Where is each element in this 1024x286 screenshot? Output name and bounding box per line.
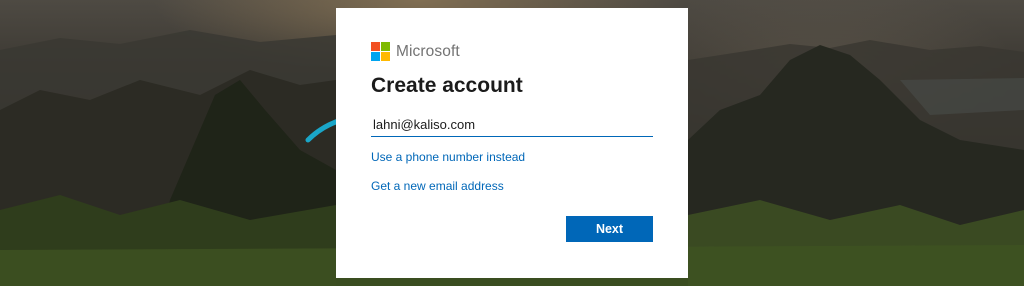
brand-header: Microsoft [371, 42, 460, 61]
microsoft-logo-icon [371, 42, 390, 61]
logo-yellow-square [381, 52, 390, 61]
use-phone-number-link[interactable]: Use a phone number instead [371, 150, 525, 164]
next-button[interactable]: Next [566, 216, 653, 242]
get-new-email-link[interactable]: Get a new email address [371, 179, 504, 193]
brand-name: Microsoft [396, 42, 460, 60]
logo-blue-square [371, 52, 380, 61]
sign-up-card: Microsoft Create account Use a phone num… [336, 8, 688, 278]
email-field[interactable] [371, 112, 653, 137]
logo-red-square [371, 42, 380, 51]
logo-green-square [381, 42, 390, 51]
page-title: Create account [371, 74, 523, 97]
